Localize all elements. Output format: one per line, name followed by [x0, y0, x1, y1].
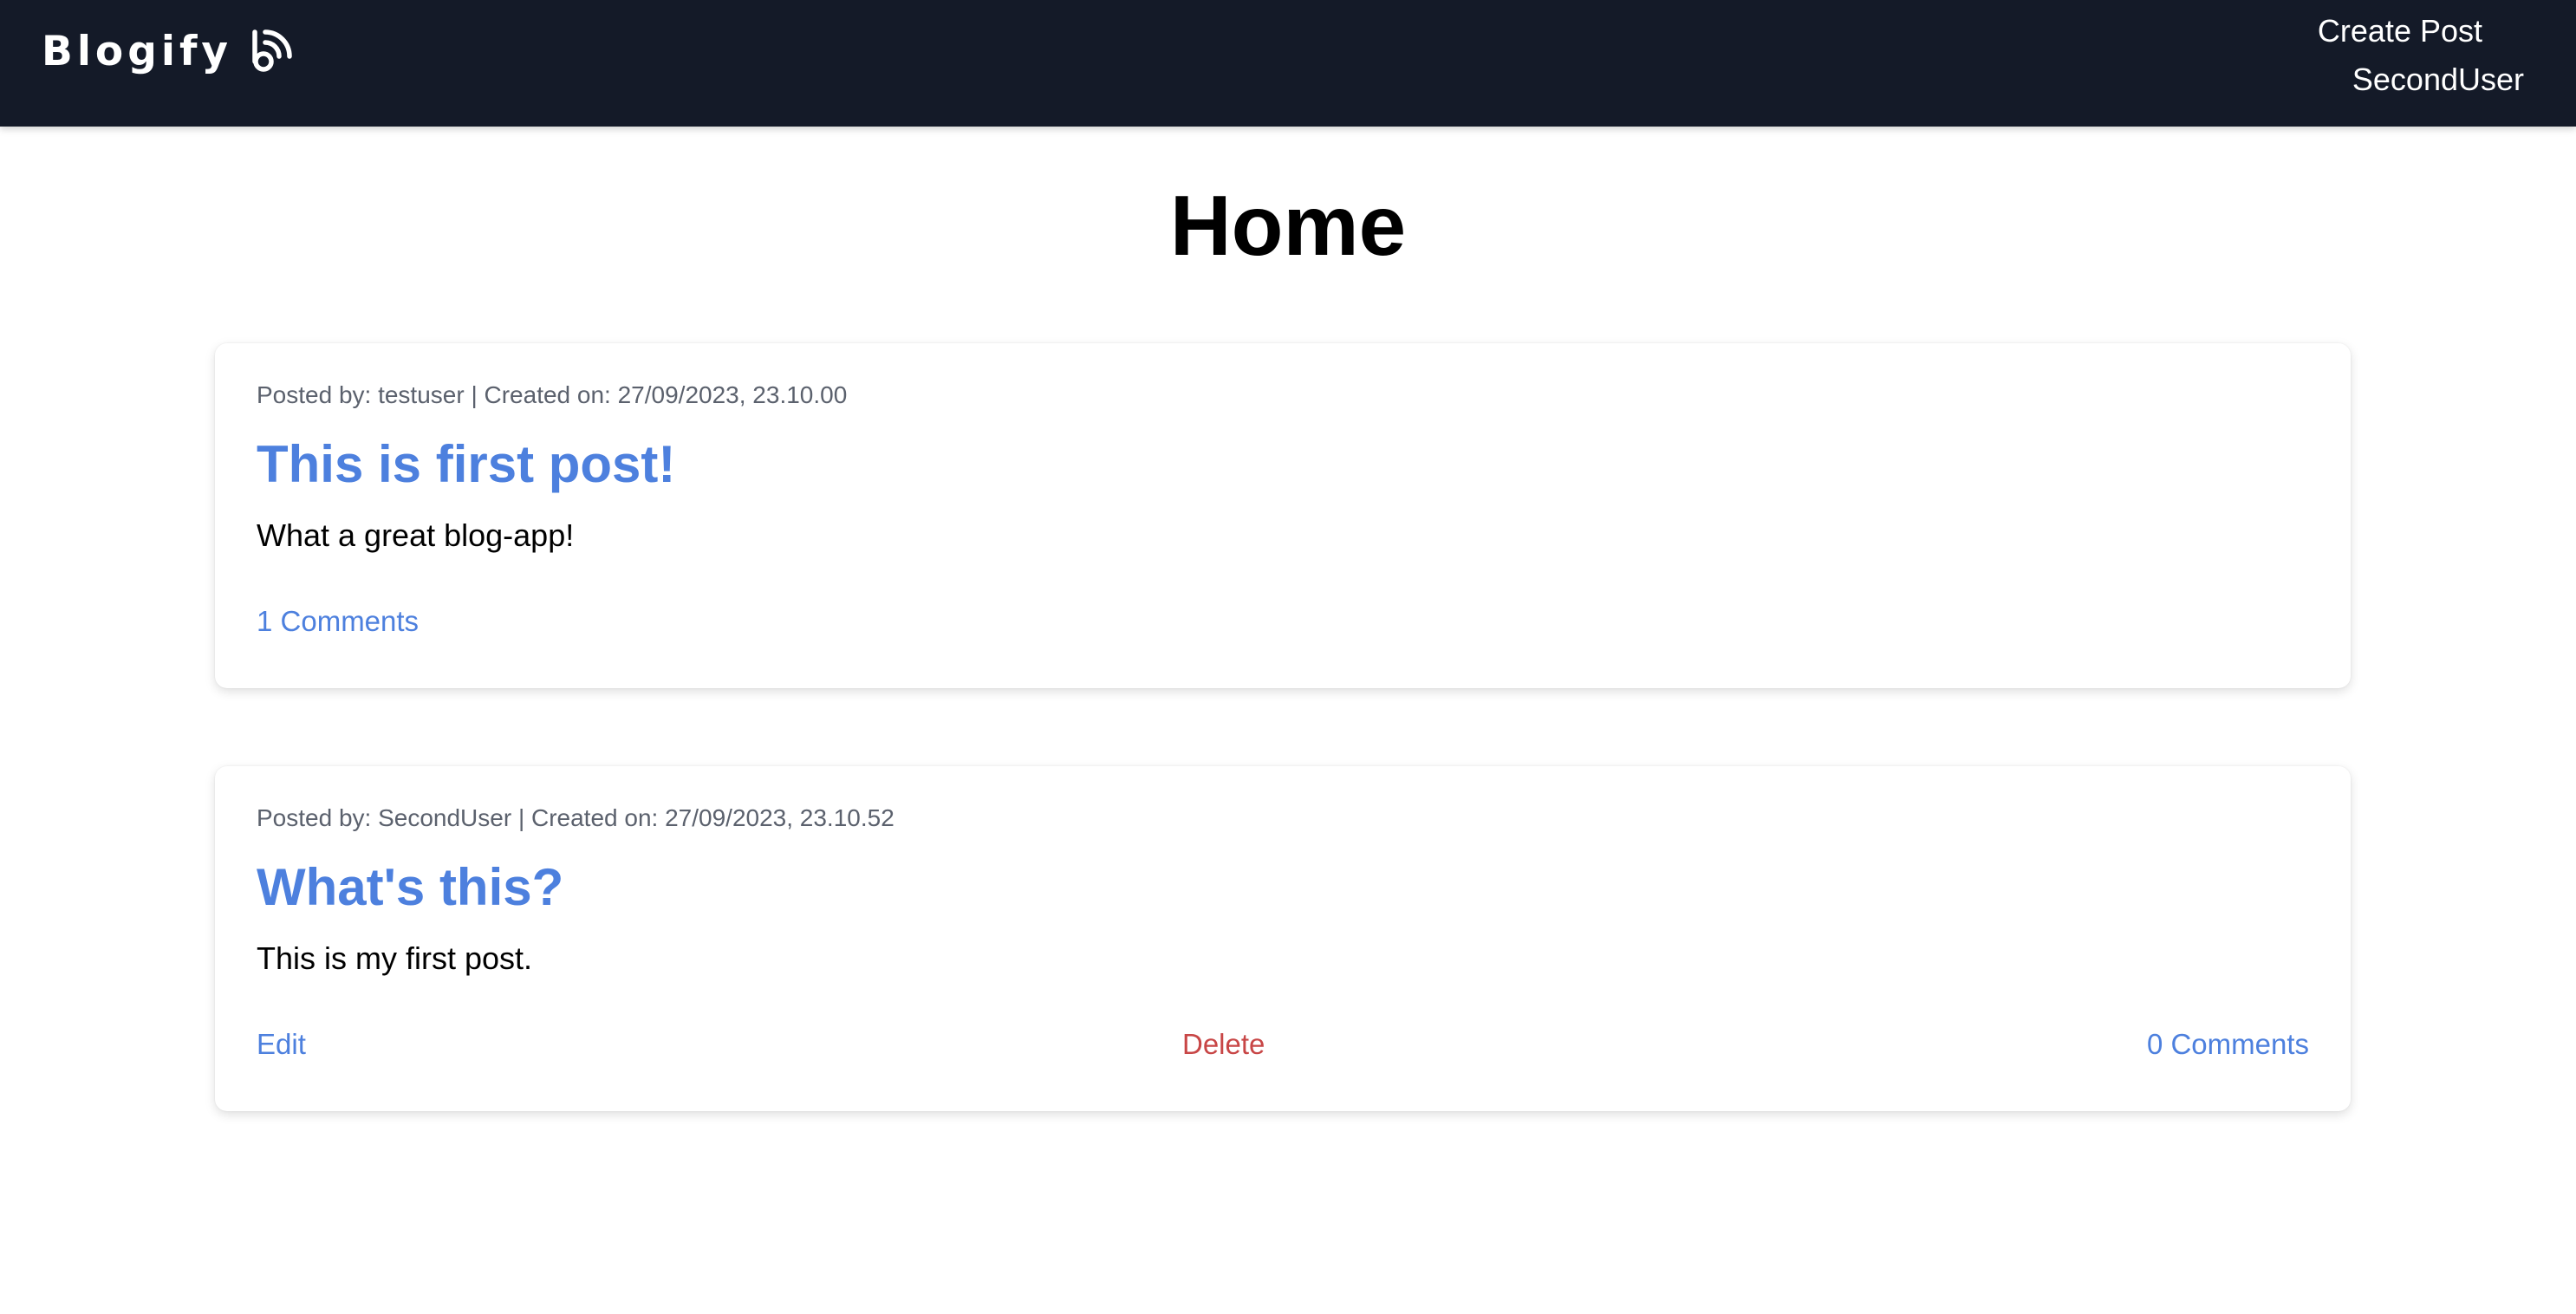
post-body: This is my first post. — [257, 940, 533, 976]
edit-post-button[interactable]: Edit — [257, 1025, 306, 1064]
post-title-link[interactable]: This is first post! — [257, 430, 675, 499]
post-meta: Posted by: testuser | Created on: 27/09/… — [257, 381, 848, 408]
comments-link[interactable]: 1 Comments — [257, 602, 419, 641]
post-actions: Edit Delete 0 Comments — [257, 1025, 2309, 1064]
top-navbar: Blogify Create Post SecondUser — [0, 0, 2576, 127]
brand-logo-link[interactable]: Blogify — [42, 21, 293, 81]
post-body: What a great blog-app! — [257, 517, 575, 553]
post-actions: 1 Comments — [257, 602, 2309, 641]
comments-link[interactable]: 0 Comments — [2147, 1025, 2309, 1064]
post-meta: Posted by: SecondUser | Created on: 27/0… — [257, 804, 894, 831]
brand-name: Blogify — [42, 27, 233, 75]
create-post-link[interactable]: Create Post — [2318, 7, 2482, 55]
post-title-link[interactable]: What's this? — [257, 853, 563, 922]
post-card: Posted by: SecondUser | Created on: 27/0… — [215, 766, 2351, 1111]
user-profile-link[interactable]: SecondUser — [2352, 55, 2524, 104]
page-title: Home — [1169, 178, 1407, 273]
nav-links: Create Post SecondUser — [2318, 7, 2524, 104]
post-card: Posted by: testuser | Created on: 27/09/… — [215, 343, 2351, 688]
rss-feed-icon — [252, 29, 292, 72]
delete-post-button[interactable]: Delete — [1182, 1025, 1265, 1064]
